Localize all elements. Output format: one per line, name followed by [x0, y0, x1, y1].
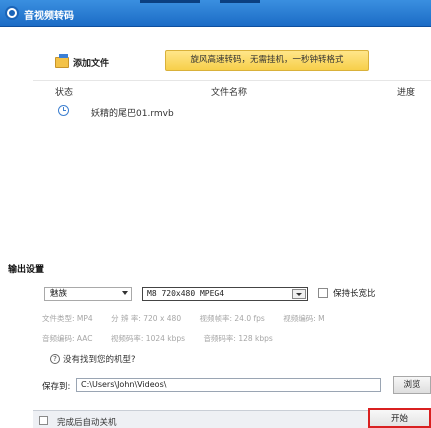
checkbox-box[interactable] — [318, 288, 328, 298]
format-info-line-2: 音频编码: AAC 视频码率: 1024 kbps 音频码率: 128 kbps — [42, 333, 289, 344]
file-name: 妖精的尾巴01.rmvb — [91, 109, 174, 119]
add-file-label: 添加文件 — [73, 58, 110, 69]
keep-ratio-label: 保持长宽比 — [333, 289, 376, 299]
format-info-line-1: 文件类型: MP4 分 辨 率: 720 x 480 视频帧率: 24.0 fp… — [42, 313, 341, 324]
left-margin — [0, 28, 33, 428]
model-not-found-label: 没有找到您的机型? — [63, 355, 136, 365]
column-header-progress[interactable]: 进度 — [397, 85, 415, 98]
format-select[interactable]: M8 720x480 MPEG4 — [142, 287, 308, 301]
title-bar: 音视频转码 — [0, 0, 431, 27]
save-path-input[interactable]: C:\Users\John\Videos\ — [76, 378, 381, 392]
file-list: 状态 文件名称 进度 妖精的尾巴01.rmvb — [33, 80, 431, 256]
clock-icon — [58, 105, 69, 116]
keep-ratio-checkbox[interactable]: 保持长宽比 — [318, 287, 376, 299]
browse-button[interactable]: 浏览 — [393, 376, 431, 394]
framerate-info: 视频帧率: 24.0 fps — [199, 314, 265, 323]
question-icon: ? — [50, 354, 60, 364]
video-bitrate-info: 视频码率: 1024 kbps — [110, 334, 186, 343]
column-header-status[interactable]: 状态 — [55, 85, 73, 98]
video-codec-info: 视频编码: M — [283, 314, 325, 323]
title-bar-accent — [140, 0, 200, 3]
shutdown-label: 完成后自动关机 — [57, 418, 117, 428]
title-bar-accent — [220, 0, 260, 3]
promo-banner[interactable]: 旋风高速转码，无需挂机，一秒钟转格式 — [165, 50, 369, 71]
audio-bitrate-info: 音频码率: 128 kbps — [203, 334, 273, 343]
save-to-label: 保存到: — [42, 382, 71, 392]
folder-icon — [55, 53, 69, 68]
file-type-info: 文件类型: MP4 — [42, 314, 93, 323]
file-row[interactable]: 妖精的尾巴01.rmvb — [33, 103, 431, 121]
app-icon — [5, 6, 19, 20]
device-select-value: 魅族 — [50, 289, 68, 299]
output-settings-title: 输出设置 — [8, 265, 45, 275]
start-button[interactable]: 开始 — [368, 408, 431, 428]
shutdown-checkbox[interactable] — [39, 416, 48, 425]
format-select-value: M8 720x480 MPEG4 — [147, 289, 225, 298]
model-not-found-link[interactable]: ? 没有找到您的机型? — [50, 353, 136, 365]
chevron-down-icon — [122, 291, 128, 295]
file-list-header: 状态 文件名称 进度 — [33, 81, 431, 98]
window-title: 音视频转码 — [24, 11, 74, 22]
dropdown-button[interactable] — [292, 289, 306, 299]
column-header-filename[interactable]: 文件名称 — [211, 85, 247, 98]
audio-codec-info: 音频编码: AAC — [42, 334, 93, 343]
resolution-info: 分 辨 率: 720 x 480 — [111, 314, 182, 323]
device-select[interactable]: 魅族 — [44, 287, 132, 301]
add-file-button[interactable]: 添加文件 — [55, 53, 109, 71]
